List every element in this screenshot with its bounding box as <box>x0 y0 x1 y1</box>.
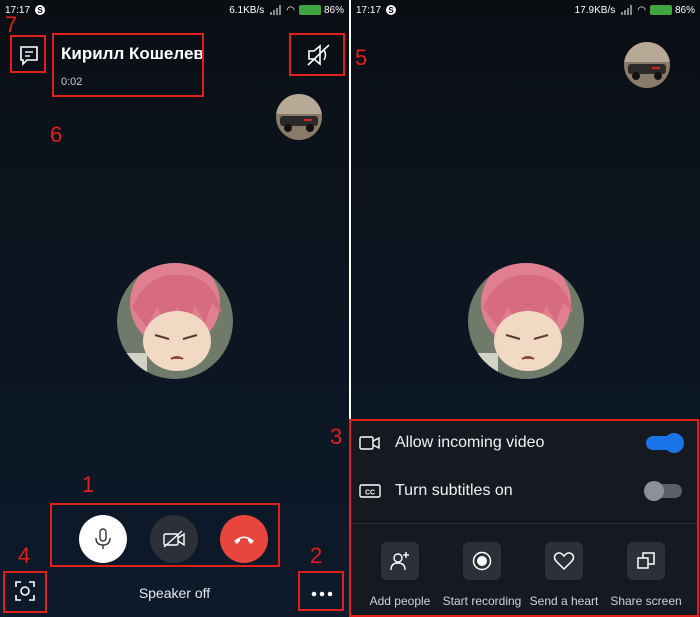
contact-avatar <box>117 263 233 379</box>
contact-avatar <box>468 263 584 379</box>
annotation-number-4: 4 <box>18 543 31 568</box>
battery-icon <box>649 5 672 15</box>
wifi-icon: ◠ <box>286 4 295 16</box>
self-video-avatar[interactable] <box>624 42 670 88</box>
signal-icon <box>270 5 282 15</box>
battery-percent: 86% <box>674 4 695 16</box>
annotation-number-7: 7 <box>5 12 18 37</box>
status-bar: 17:17 S 6.1KB/s ◠ 86% <box>0 0 349 20</box>
annotation-number-1: 1 <box>82 472 95 497</box>
network-speed: 6.1KB/s <box>229 4 265 16</box>
annotation-number-5: 5 <box>355 45 368 70</box>
annotation-number-2: 2 <box>310 543 323 568</box>
self-video-avatar[interactable] <box>276 94 322 140</box>
skype-notification-icon: S <box>35 5 46 15</box>
annotation-box-6 <box>52 33 204 97</box>
annotation-box-1 <box>50 503 280 567</box>
battery-percent: 86% <box>323 4 344 16</box>
annotation-number-3: 3 <box>330 424 343 449</box>
speaker-status-text[interactable]: Speaker off <box>0 585 349 601</box>
battery-icon <box>298 5 321 15</box>
annotation-box-2 <box>298 571 344 611</box>
annotation-box-5 <box>289 33 345 76</box>
skype-notification-icon: S <box>386 5 397 15</box>
annotation-box-4 <box>3 571 47 613</box>
network-speed: 17.9KB/s <box>574 4 616 16</box>
status-time: 17:17 <box>356 4 382 16</box>
status-bar: 17:17 S 17.9KB/s ◠ 86% <box>351 0 700 20</box>
signal-icon <box>621 5 633 15</box>
annotation-number-6: 6 <box>50 122 63 147</box>
annotation-box-7 <box>10 35 46 73</box>
annotation-box-3 <box>349 419 699 617</box>
wifi-icon: ◠ <box>637 4 646 16</box>
